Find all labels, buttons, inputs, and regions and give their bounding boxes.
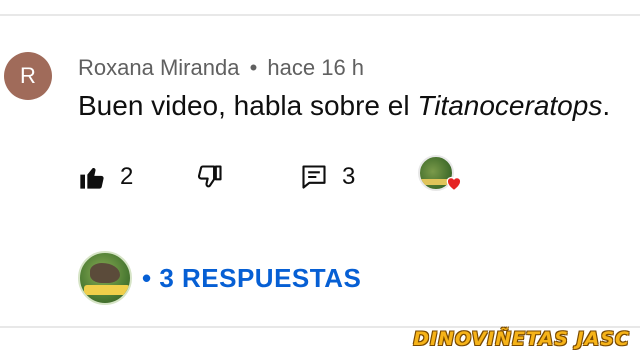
channel-avatar [78, 251, 132, 305]
comment-text-suffix: . [602, 90, 611, 121]
heart-icon [444, 173, 464, 193]
like-count: 2 [120, 163, 134, 190]
comment-text: Buen video, habla sobre el Titanoceratop… [78, 90, 610, 122]
thumbs-down-icon [196, 163, 224, 191]
reply-button[interactable]: 3 [300, 155, 355, 199]
creator-heart [418, 155, 466, 199]
author-name[interactable]: Roxana Miranda [78, 55, 239, 80]
comment-actions: 2 3 [0, 155, 640, 205]
channel-avatar-banner [84, 285, 130, 295]
view-replies-button[interactable]: • 3 RESPUESTAS [78, 250, 361, 306]
comment-text-prefix: Buen video, habla sobre el [78, 90, 418, 121]
comment-icon [300, 163, 328, 191]
comment-time[interactable]: hace 16 h [267, 55, 364, 80]
top-divider [0, 14, 640, 16]
thumbs-up-icon [78, 163, 106, 191]
author-initial: R [20, 63, 36, 88]
dislike-button[interactable] [196, 155, 224, 199]
comment-text-italic: Titanoceratops [417, 90, 603, 121]
reply-count: 3 [342, 163, 356, 190]
comment-thread: R Roxana Miranda • hace 16 h Buen video,… [0, 0, 640, 360]
replies-label: • 3 RESPUESTAS [142, 262, 362, 293]
channel-watermark: DINOVIÑETAS JASC [413, 328, 630, 350]
like-button[interactable]: 2 [78, 155, 133, 199]
dinosaur-icon [90, 263, 120, 283]
comment-meta: Roxana Miranda • hace 16 h [78, 55, 364, 81]
author-avatar[interactable]: R [4, 52, 52, 100]
meta-separator: • [249, 55, 258, 80]
